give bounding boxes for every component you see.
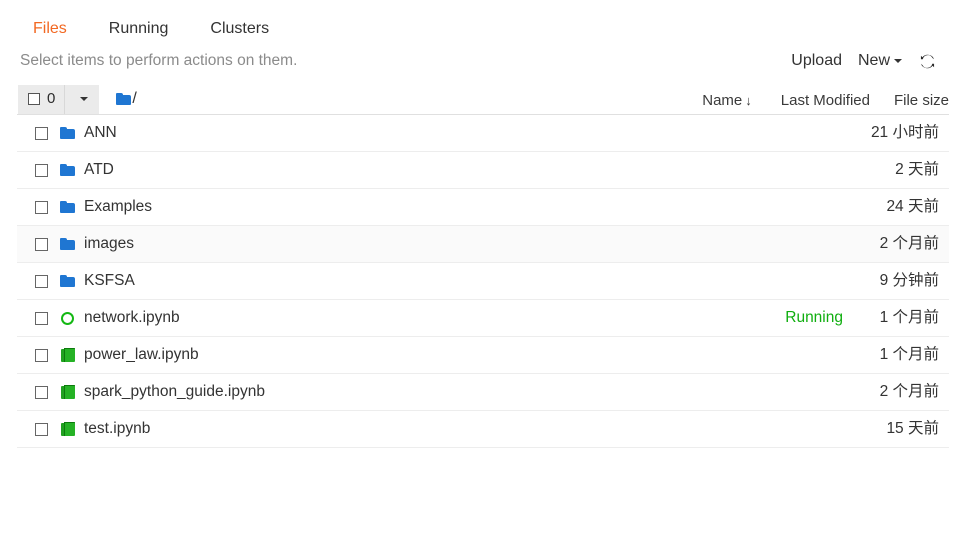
row-icon-wrapper [59,127,76,139]
row-meta: 24 天前 [853,197,949,217]
row-icon-wrapper [59,238,76,250]
row-last-modified: 1 个月前 [879,309,939,326]
row-item-name[interactable]: images [84,234,134,254]
table-row[interactable]: Examples 24 天前 [17,189,949,226]
row-checkbox[interactable] [35,311,48,325]
row-icon-wrapper [59,311,76,325]
table-row[interactable]: KSFSA 9 分钟前 [17,263,949,300]
row-last-modified: 2 天前 [895,161,939,178]
new-button-label: New [857,52,890,69]
row-checkbox[interactable] [35,422,48,436]
row-icon-wrapper [59,275,76,287]
main-tab-bar: Files Running Clusters [0,0,966,44]
breadcrumb[interactable]: / [116,90,137,108]
row-icon-wrapper [59,421,76,437]
row-item-name[interactable]: Examples [84,197,152,217]
select-all-checkbox[interactable]: 0 [18,84,66,114]
row-item-name[interactable]: KSFSA [84,271,135,291]
row-checkbox[interactable] [35,274,48,288]
running-icon [61,311,74,325]
row-meta: 9 分钟前 [853,271,949,291]
column-header-name-label: Name [702,92,743,109]
row-checkbox[interactable] [35,237,48,251]
row-checkbox[interactable] [35,200,48,214]
row-last-modified: 2 个月前 [879,235,939,252]
column-header-name[interactable]: Name ↓ [702,92,752,110]
notebook-icon [60,421,75,437]
column-header-file-size[interactable]: File size [894,92,949,110]
row-last-modified: 24 天前 [886,198,939,215]
file-list: ANN 21 小时前 ATD 2 天前 Examples 24 天前 images 2 个月前… [17,115,949,448]
row-checkbox[interactable] [35,126,48,140]
toolbar-actions: Upload New [783,49,939,73]
table-row[interactable]: spark_python_guide.ipynb 2 个月前 [17,374,949,411]
notebook-icon [60,384,75,400]
row-meta: 21 小时前 [853,123,949,143]
folder-icon [60,275,75,287]
row-item-name[interactable]: power_law.ipynb [84,345,199,365]
row-meta: 2 天前 [853,160,949,180]
action-row: Select items to perform actions on them.… [0,44,966,78]
notebook-icon [60,347,75,363]
selected-count: 0 [47,90,56,107]
column-headers: Name ↓ Last Modified File size [702,84,949,113]
table-row[interactable]: test.ipynb 15 天前 [17,411,949,448]
row-item-name[interactable]: ATD [84,160,114,180]
selection-controls: 0 [18,84,100,114]
row-checkbox[interactable] [35,163,48,177]
row-checkbox[interactable] [35,348,48,362]
row-meta: Running 1 个月前 [785,308,949,328]
tab-files[interactable]: Files [33,19,67,39]
row-item-name[interactable]: test.ipynb [84,419,150,439]
row-checkbox[interactable] [35,385,48,399]
folder-icon [60,164,75,176]
row-item-name[interactable]: network.ipynb [84,308,180,328]
table-row[interactable]: network.ipynb Running 1 个月前 [17,300,949,337]
row-item-name[interactable]: spark_python_guide.ipynb [84,382,265,402]
status-badge: Running [785,309,843,326]
folder-icon [60,201,75,213]
table-row[interactable]: ANN 21 小时前 [17,115,949,152]
row-last-modified: 21 小时前 [870,124,939,141]
table-row[interactable]: ATD 2 天前 [17,152,949,189]
refresh-icon [920,54,935,68]
row-icon-wrapper [59,164,76,176]
row-item-name[interactable]: ANN [84,123,117,143]
folder-icon [60,238,75,250]
selection-dropdown-toggle[interactable] [65,84,100,114]
tab-running[interactable]: Running [109,19,169,39]
chevron-down-icon [894,58,902,63]
row-last-modified: 2 个月前 [879,383,939,400]
upload-button[interactable]: Upload [783,49,850,73]
refresh-button[interactable] [910,52,939,71]
table-row[interactable]: power_law.ipynb 1 个月前 [17,337,949,374]
checkbox-unchecked-icon [28,93,40,105]
row-icon-wrapper [59,347,76,363]
row-icon-wrapper [59,384,76,400]
row-meta: 2 个月前 [853,234,949,254]
selection-hint-text: Select items to perform actions on them. [20,52,298,69]
folder-icon [116,93,132,105]
folder-icon [60,127,75,139]
column-header-last-modified[interactable]: Last Modified [781,92,870,110]
row-meta: 2 个月前 [853,382,949,402]
new-button[interactable]: New [850,49,910,73]
sort-descending-icon: ↓ [745,93,752,108]
row-meta: 15 天前 [853,419,949,439]
table-row[interactable]: images 2 个月前 [17,226,949,263]
row-last-modified: 1 个月前 [879,346,939,363]
row-meta: 1 个月前 [853,345,949,365]
tab-clusters[interactable]: Clusters [210,19,269,39]
row-last-modified: 9 分钟前 [879,272,939,289]
breadcrumb-path: / [132,90,137,107]
chevron-down-icon [80,97,89,101]
row-last-modified: 15 天前 [886,420,939,437]
file-list-header: 0 / Name ↓ Last Modified File size [17,84,949,115]
row-icon-wrapper [59,201,76,213]
